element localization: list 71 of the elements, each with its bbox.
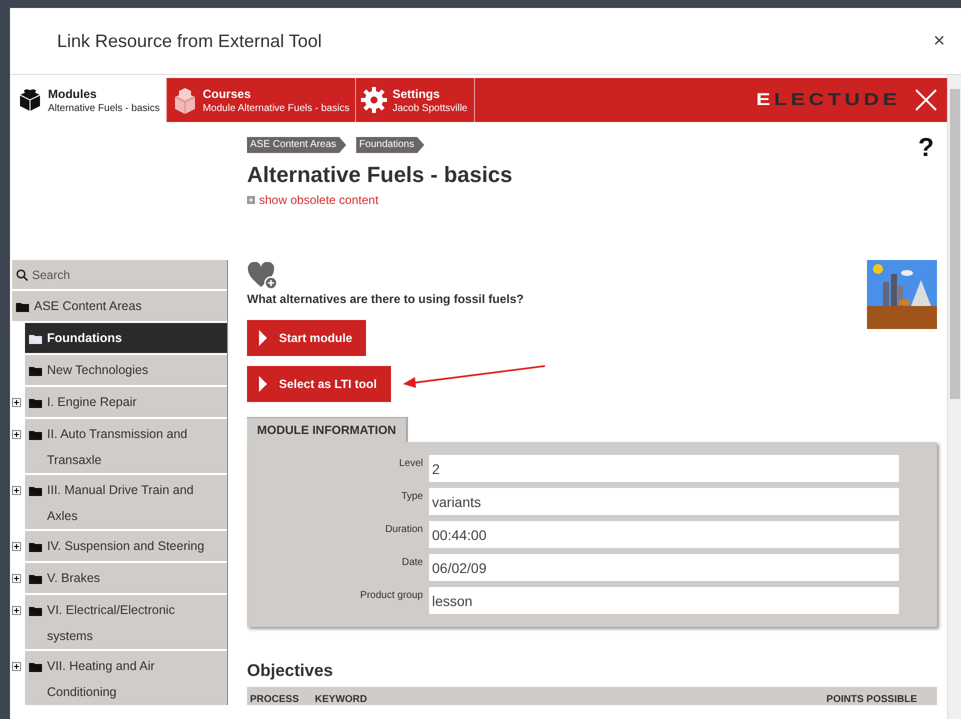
tab-title: Courses [202, 86, 252, 100]
nav-tab[interactable]: Modules Alternative Fuels - basics [12, 78, 167, 122]
tab-title: Settings [392, 86, 441, 100]
tree-item[interactable]: V. Brakes [25, 563, 227, 593]
tree-item[interactable]: VI. Electrical/Electronic systems [25, 595, 227, 649]
tab-subtitle: Jacob Spottsville [392, 102, 468, 114]
field-label: Type [400, 490, 423, 504]
module-question: What alternatives are there to using fossil fuels? [247, 292, 525, 306]
logo: ELECTUDE [756, 90, 901, 110]
tree-item[interactable]: ASE Content Areas [12, 291, 227, 321]
breadcrumb[interactable]: Foundations [356, 137, 424, 153]
folder-icon [29, 366, 42, 376]
tree-item[interactable]: VII. Heating and Air Conditioning [25, 651, 227, 705]
expand-icon[interactable] [12, 662, 21, 671]
landscape-thumbnail [867, 260, 937, 329]
action-button[interactable]: Select as LTI tool [247, 366, 391, 402]
close-icon[interactable] [915, 89, 937, 111]
breadcrumb[interactable]: ASE Content Areas [247, 137, 346, 153]
folder-icon [29, 486, 42, 496]
info-field[interactable]: lesson [429, 587, 899, 614]
objectives-heading: Objectives [247, 661, 334, 681]
info-field[interactable]: 2 [429, 455, 899, 482]
nav-tab[interactable]: Settings Jacob Spottsville [356, 78, 474, 122]
tab-title: Modules [48, 86, 98, 100]
play-icon [259, 376, 267, 392]
folder-icon [29, 398, 42, 408]
folder-icon [29, 606, 42, 616]
page-title: Alternative Fuels - basics [247, 162, 514, 188]
tab-subtitle: Alternative Fuels - basics [48, 102, 160, 114]
play-icon [259, 330, 267, 346]
tree-item[interactable]: II. Auto Transmission and Transaxle [25, 419, 227, 473]
tree-item[interactable]: IV. Suspension and Steering [25, 531, 227, 561]
tree-item[interactable]: III. Manual Drive Train and Axles [25, 475, 227, 529]
search-field[interactable]: Search [12, 260, 227, 289]
show-obsolete-link[interactable]: show obsolete content [259, 193, 378, 207]
tree-item[interactable]: New Technologies [25, 355, 227, 385]
gear-icon [360, 86, 388, 114]
action-button[interactable]: Start module [247, 320, 366, 356]
folder-icon [29, 430, 42, 440]
tree-item[interactable]: Foundations [25, 323, 227, 353]
column-header: PROCESS [250, 694, 299, 705]
field-label: Level [398, 457, 423, 471]
folder-icon [29, 574, 42, 584]
tree-item[interactable]: I. Engine Repair [25, 387, 227, 417]
expand-icon[interactable] [12, 542, 21, 551]
expand-icon[interactable] [12, 430, 21, 439]
folder-icon [16, 302, 29, 312]
expand-icon[interactable] [12, 486, 21, 495]
tab-subtitle: Module Alternative Fuels - basics [202, 102, 350, 114]
folder-icon [29, 542, 42, 552]
column-header: POINTS POSSIBLE [826, 694, 917, 705]
dialog-title: Link Resource from External Tool [57, 30, 322, 52]
help-button[interactable]: ? [918, 132, 934, 163]
field-label: Duration [384, 523, 423, 537]
close-button[interactable]: × [929, 30, 949, 52]
info-field[interactable]: variants [429, 488, 899, 515]
scrollbar-thumb[interactable] [950, 89, 960, 399]
expand-icon[interactable] [12, 574, 21, 583]
info-field[interactable]: 00:44:00 [429, 521, 899, 548]
info-tab[interactable]: MODULE INFORMATION [247, 417, 408, 442]
expand-icon[interactable] [12, 398, 21, 407]
expand-icon[interactable] [12, 606, 21, 615]
folder-icon [29, 334, 42, 344]
field-label: Product group [359, 589, 423, 603]
plus-box-icon [247, 196, 255, 204]
info-field[interactable]: 06/02/09 [429, 554, 899, 581]
folder-icon [29, 662, 42, 672]
nav-tab[interactable]: Courses Module Alternative Fuels - basics [166, 78, 356, 122]
heart-plus-icon[interactable] [247, 262, 279, 290]
field-label: Date [400, 556, 423, 570]
column-header: KEYWORD [314, 694, 368, 705]
